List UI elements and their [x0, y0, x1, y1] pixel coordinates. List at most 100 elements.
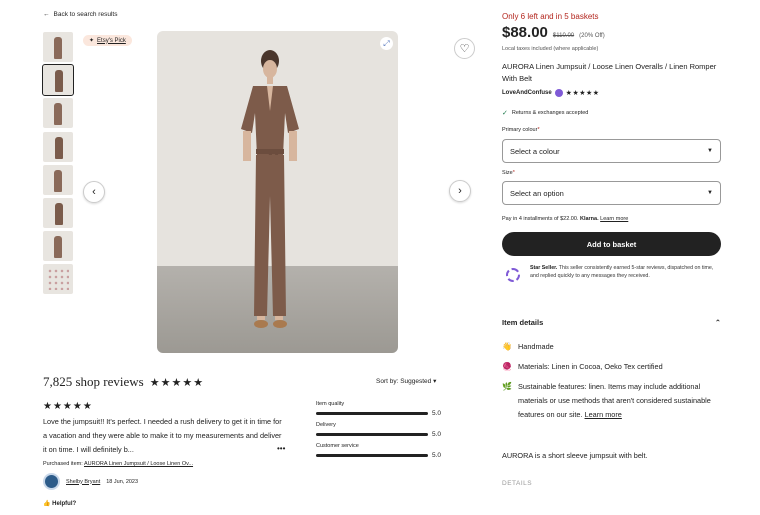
colour-select[interactable]: Select a colour ▼ [502, 139, 721, 163]
thumbnail-6[interactable] [43, 197, 73, 228]
thumbnail-2[interactable] [42, 64, 74, 97]
sort-dropdown[interactable]: Sort by: Suggested ▾ [376, 377, 436, 385]
thumbnail-strip [42, 32, 74, 298]
rating-customer-service: Customer service 5.0 [316, 443, 446, 459]
shop-stars[interactable]: ★★★★★ [566, 89, 600, 97]
thumbnail-7[interactable] [43, 231, 73, 262]
star-seller-badge-icon [554, 89, 563, 97]
price-row: $88.00 $110.00 (20% Off) [502, 24, 605, 41]
returns-policy: ✓ Returns & exchanges accepted [502, 109, 588, 117]
rating-delivery: Delivery 5.0 [316, 422, 446, 438]
size-label-text: Size [502, 170, 513, 176]
rating-score: 5.0 [432, 431, 442, 438]
heart-icon[interactable]: ♡ [454, 38, 475, 59]
purchased-item-link[interactable]: AURORA Linen Jumpsuit / Loose Linen Ov..… [84, 461, 193, 467]
sparkle-icon: ✦ [89, 38, 95, 44]
product-description: AURORA is a short sleeve jumpsuit with b… [502, 451, 648, 460]
returns-label: Returns & exchanges accepted [511, 110, 589, 116]
detail-text: Materials: Linen in Cocoa, Oeko Tex cert… [518, 362, 663, 371]
avatar[interactable] [43, 473, 60, 490]
rating-score: 5.0 [432, 410, 442, 417]
thumbnail-4[interactable] [43, 131, 73, 162]
colour-label-text: Primary colour [502, 127, 538, 133]
thumbnail-1[interactable] [43, 32, 73, 62]
back-to-search-link[interactable]: ← Back to search results [43, 11, 117, 18]
item-details-label: Item details [502, 318, 544, 327]
star-seller-text: Star Seller. This seller consistently ea… [530, 264, 715, 286]
purchased-item: Purchased item: AURORA Linen Jumpsuit / … [43, 461, 193, 467]
installments-note: Pay in 4 installments of $22.00. Klarna.… [502, 216, 628, 222]
discount: (20% Off) [579, 33, 605, 39]
detail-text: Handmade [518, 342, 554, 351]
colour-label: Primary colour* [502, 127, 540, 133]
rating-item-quality: Item quality 5.0 [316, 401, 446, 417]
rating-label: Delivery [316, 422, 336, 428]
checkmark-icon: ✓ [502, 110, 508, 117]
detail-sustainable: 🌿 Sustainable features: linen. Items may… [502, 380, 721, 422]
add-to-basket-button[interactable]: Add to basket [502, 232, 721, 256]
main-product-image[interactable] [157, 31, 398, 353]
learn-more-link[interactable]: Learn more [585, 410, 622, 419]
star-seller-title: Star Seller. [530, 265, 558, 271]
rating-breakdown: Item quality 5.0 Delivery 5.0 Customer s… [316, 401, 446, 464]
caret-down-icon: ▼ [707, 190, 713, 196]
thumbnail-5[interactable] [43, 164, 73, 195]
star-seller-info: Star Seller. This seller consistently ea… [502, 264, 721, 286]
sort-label: Sort by: Suggested [376, 378, 432, 385]
reviewer-name[interactable]: Shelby Bryant [66, 479, 100, 485]
thumbnail-8[interactable] [43, 264, 73, 295]
details-heading: DETAILS [502, 480, 533, 487]
zoom-icon[interactable]: ⤢ [380, 37, 393, 50]
review-date: 18 Jun, 2023 [106, 478, 139, 485]
learn-more-link[interactable]: Learn more [600, 216, 628, 222]
star-seller-desc: This seller consistently earned 5-star r… [530, 265, 714, 279]
colour-select-value: Select a colour [510, 146, 560, 156]
rating-label: Customer service [316, 443, 359, 449]
reviews-count: 7,825 shop reviews [43, 374, 144, 389]
hand-wave-icon: 👋 [502, 342, 512, 351]
shop-info: LoveAndConfuse ★★★★★ [502, 89, 600, 97]
reviewer-info: Shelby Bryant 18 Jun, 2023 [43, 473, 138, 490]
rating-bar [316, 454, 428, 457]
thumbnail-3[interactable] [43, 98, 73, 129]
review-text: Love the jumpsuit!! It's perfect. I need… [43, 417, 282, 454]
rating-label: Item quality [316, 401, 345, 407]
thumbs-up-icon: 👍 [43, 501, 51, 507]
chevron-right-icon[interactable]: › [449, 180, 471, 202]
arrow-left-icon: ← [43, 11, 50, 18]
size-select[interactable]: Select an option ▼ [502, 181, 721, 205]
more-icon[interactable]: ••• [277, 444, 285, 453]
helpful-button[interactable]: 👍 Helpful? [43, 500, 76, 507]
detail-materials: 🧶 Materials: Linen in Cocoa, Oeko Tex ce… [502, 360, 721, 374]
purchased-label: Purchased item: [43, 461, 83, 467]
helpful-label: Helpful? [52, 501, 77, 507]
star-seller-icon [502, 264, 524, 286]
taxes-note: Local taxes included (where applicable) [502, 46, 599, 52]
leaf-icon: 🌿 [502, 382, 512, 391]
back-link-label: Back to search results [53, 11, 118, 18]
required-mark: * [537, 127, 540, 133]
product-title: AURORA Linen Jumpsuit / Loose Linen Over… [502, 62, 717, 83]
model-figure [241, 50, 299, 328]
klarna-label: Klarna. [579, 216, 599, 222]
required-mark: * [512, 170, 515, 176]
rating-bar [316, 412, 428, 415]
size-label: Size* [502, 170, 515, 176]
original-price: $110.00 [552, 33, 575, 39]
installments-text: Pay in 4 installments of $22.00. [502, 216, 579, 222]
shop-reviews-heading: 7,825 shop reviews ★★★★★ [43, 374, 204, 390]
rating-bar [316, 433, 428, 436]
shop-name[interactable]: LoveAndConfuse [502, 90, 552, 96]
fabric-icon: 🧶 [502, 362, 512, 371]
stock-notice: Only 6 left and in 5 baskets [502, 12, 599, 21]
size-select-value: Select an option [510, 188, 564, 198]
caret-down-icon: ▾ [433, 378, 437, 385]
rating-score: 5.0 [432, 452, 442, 459]
detail-handmade: 👋 Handmade [502, 340, 721, 354]
etsys-pick-badge[interactable]: ✦ Etsy's Pick [83, 35, 132, 46]
shop-rating-stars: ★★★★★ [149, 376, 205, 389]
chevron-left-icon[interactable]: ‹ [83, 181, 105, 203]
item-details-header[interactable]: Item details ⌃ [502, 318, 721, 327]
caret-down-icon: ▼ [707, 148, 713, 154]
detail-text: Sustainable features: linen. Items may i… [518, 380, 721, 422]
